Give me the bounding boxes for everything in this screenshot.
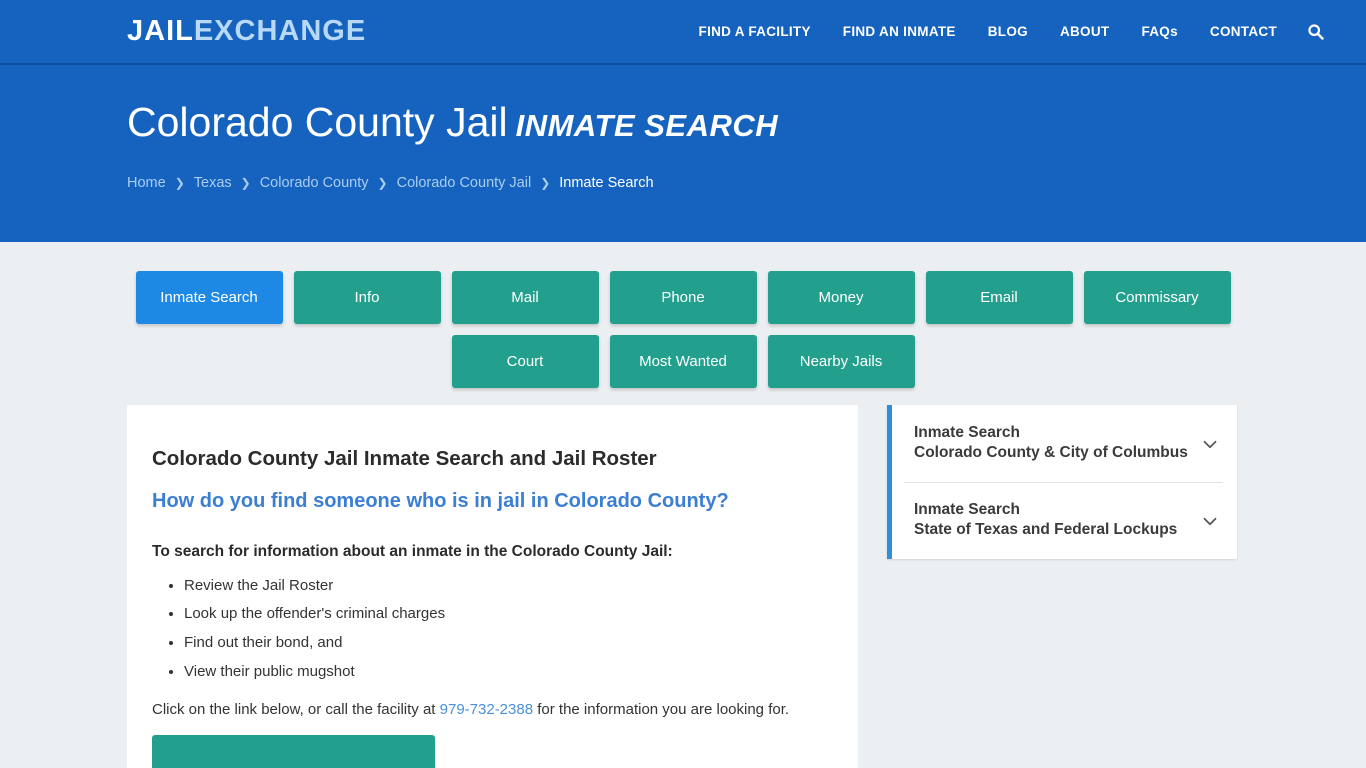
- hero-banner: Colorado County Jail INMATE SEARCH Home ❯…: [0, 65, 1366, 242]
- page-title-suffix: INMATE SEARCH: [515, 108, 779, 143]
- breadcrumb-item-home[interactable]: Home: [127, 175, 166, 191]
- breadcrumb-separator-icon: ❯: [377, 176, 388, 191]
- inmate-search-accordion: Inmate Search Colorado County & City of …: [887, 405, 1237, 560]
- tab-email[interactable]: Email: [925, 271, 1073, 324]
- main-navigation: FIND A FACILITY FIND AN INMATE BLOG ABOU…: [683, 23, 1342, 40]
- section-tabs: Inmate Search Info Mail Phone Money Emai…: [0, 242, 1366, 388]
- nav-item-blog[interactable]: BLOG: [972, 24, 1044, 39]
- accordion-item-text: Inmate Search State of Texas and Federal…: [914, 500, 1199, 541]
- accordion-item-state-of-texas[interactable]: Inmate Search State of Texas and Federal…: [887, 482, 1237, 560]
- contact-note-suffix: for the information you are looking for.: [533, 700, 790, 718]
- tab-most-wanted[interactable]: Most Wanted: [609, 335, 757, 388]
- contact-note-prefix: Click on the link below, or call the fac…: [152, 700, 440, 718]
- breadcrumb-separator-icon: ❯: [174, 176, 185, 191]
- contact-note: Click on the link below, or call the fac…: [152, 701, 858, 718]
- page-title: Colorado County Jail INMATE SEARCH: [127, 99, 1366, 145]
- facility-phone-link[interactable]: 979-732-2388: [440, 701, 533, 718]
- nav-item-contact[interactable]: CONTACT: [1194, 24, 1293, 39]
- roster-cta-button[interactable]: [152, 734, 435, 768]
- accordion-item-title: Inmate Search: [914, 424, 1020, 441]
- accordion-item-subtitle: State of Texas and Federal Lockups: [914, 521, 1178, 539]
- breadcrumb-separator-icon: ❯: [240, 176, 251, 191]
- list-item: View their public mugshot: [184, 663, 858, 682]
- content-area: Colorado County Jail Inmate Search and J…: [0, 399, 1366, 768]
- search-icon[interactable]: [1293, 23, 1342, 40]
- page-title-main: Colorado County Jail: [127, 99, 508, 145]
- tab-inmate-search[interactable]: Inmate Search: [135, 271, 283, 324]
- content-lead-text: To search for information about an inmat…: [152, 542, 673, 560]
- sidebar: Inmate Search Colorado County & City of …: [887, 405, 1237, 560]
- tab-info[interactable]: Info: [293, 271, 441, 324]
- tab-money[interactable]: Money: [767, 271, 915, 324]
- main-content-card: Colorado County Jail Inmate Search and J…: [127, 405, 858, 768]
- chevron-down-icon[interactable]: [1199, 510, 1221, 532]
- logo-text-jail: JAIL: [127, 15, 194, 47]
- search-steps-list: Review the Jail Roster Look up the offen…: [152, 577, 858, 682]
- tab-row-primary: Inmate Search Info Mail Phone Money Emai…: [0, 271, 1366, 324]
- tab-mail[interactable]: Mail: [451, 271, 599, 324]
- list-item: Review the Jail Roster: [184, 577, 858, 596]
- nav-item-find-an-inmate[interactable]: FIND AN INMATE: [827, 24, 972, 39]
- accordion-item-subtitle: Colorado County & City of Columbus: [914, 444, 1188, 462]
- tab-nearby-jails[interactable]: Nearby Jails: [767, 335, 915, 388]
- chevron-down-icon[interactable]: [1199, 433, 1221, 455]
- list-item: Find out their bond, and: [184, 634, 858, 653]
- breadcrumb-separator-icon: ❯: [540, 176, 551, 191]
- list-item: Look up the offender's criminal charges: [184, 605, 858, 624]
- breadcrumb-item-texas[interactable]: Texas: [194, 175, 232, 191]
- breadcrumb-item-colorado-county-jail[interactable]: Colorado County Jail: [397, 175, 532, 191]
- accordion-item-title: Inmate Search: [914, 501, 1020, 519]
- logo-text-exchange: EXCHANGE: [193, 15, 367, 47]
- tab-row-secondary: Court Most Wanted Nearby Jails: [0, 335, 1366, 388]
- tab-court[interactable]: Court: [451, 335, 599, 388]
- accordion-item-colorado-county[interactable]: Inmate Search Colorado County & City of …: [887, 405, 1237, 483]
- tab-phone[interactable]: Phone: [609, 271, 757, 324]
- breadcrumb-item-inmate-search: Inmate Search: [559, 175, 654, 192]
- content-subheading: How do you find someone who is in jail i…: [152, 489, 729, 512]
- nav-item-faqs[interactable]: FAQs: [1125, 24, 1193, 39]
- breadcrumb: Home ❯ Texas ❯ Colorado County ❯ Colorad…: [127, 175, 1366, 191]
- content-heading: Colorado County Jail Inmate Search and J…: [152, 447, 657, 470]
- tab-commissary[interactable]: Commissary: [1083, 271, 1231, 324]
- nav-item-find-a-facility[interactable]: FIND A FACILITY: [683, 24, 827, 39]
- nav-item-about[interactable]: ABOUT: [1044, 24, 1126, 39]
- breadcrumb-item-colorado-county[interactable]: Colorado County: [260, 175, 369, 191]
- site-logo[interactable]: JAILEXCHANGE: [127, 17, 366, 46]
- top-navbar: JAILEXCHANGE FIND A FACILITY FIND AN INM…: [0, 0, 1366, 65]
- accordion-item-text: Inmate Search Colorado County & City of …: [914, 423, 1199, 464]
